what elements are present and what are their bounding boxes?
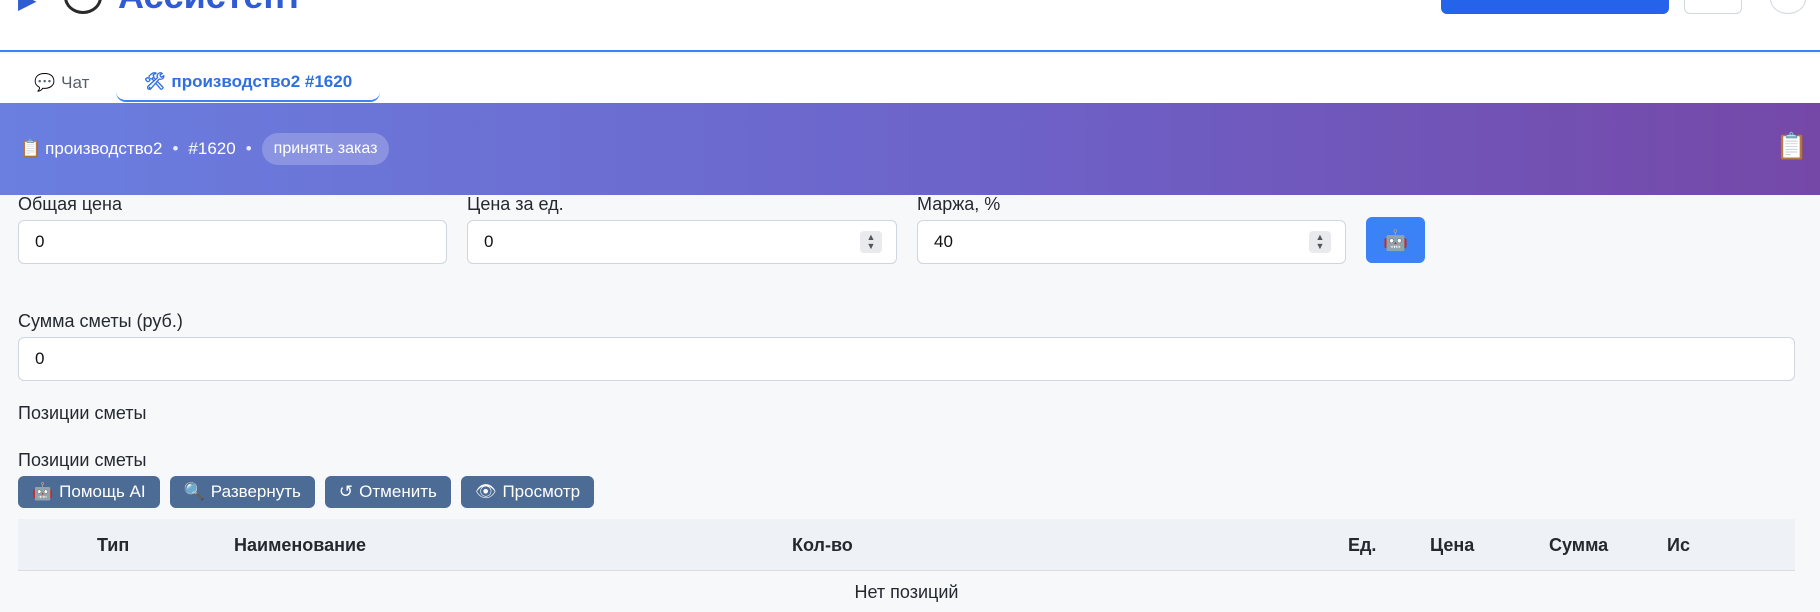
positions-toolbar: 🤖 Помощь AI 🔍 Развернуть ↺ Отменить 👁 Пр… [18, 476, 595, 508]
column-header-unit[interactable]: Ед. [1348, 519, 1376, 571]
spinner-icon[interactable]: ▲ ▼ [1309, 231, 1331, 253]
expand-button[interactable]: 🔍 Развернуть [169, 476, 315, 508]
unit-price-value: 0 [484, 232, 494, 251]
collapse-arrow-icon[interactable]: ▶ [18, 0, 36, 15]
margin-value: 40 [934, 232, 953, 251]
estimate-sum-field[interactable]: 0 [18, 337, 1795, 381]
column-header-price[interactable]: Цена [1430, 519, 1474, 571]
unit-price-field[interactable]: 0 ▲ ▼ [467, 220, 897, 264]
tab-label: Чат [61, 73, 90, 92]
order-id: #1620 [188, 139, 236, 158]
margin-label: Маржа, % [917, 194, 1001, 214]
button-label: Помощь AI [59, 482, 146, 501]
positions-table-header: Тип Наименование Кол-во Ед. Цена Сумма И… [18, 519, 1795, 571]
ai-calculate-button[interactable]: 🤖 [1366, 217, 1425, 263]
preview-button[interactable]: 👁 Просмотр [460, 476, 595, 508]
total-price-field[interactable]: 0 [18, 220, 447, 264]
app-title: Ассистент [118, 0, 303, 14]
column-header-sum[interactable]: Сумма [1549, 519, 1608, 571]
column-header-type[interactable]: Тип [97, 519, 129, 571]
column-header-source[interactable]: Ис [1667, 519, 1697, 571]
robot-icon: 🤖 [32, 482, 54, 501]
total-price-label: Общая цена [18, 194, 122, 214]
unit-price-label: Цена за ед. [467, 194, 564, 214]
tab-production-order[interactable]: 🛠 производство2 #1620 [116, 64, 380, 102]
button-label: Просмотр [502, 482, 581, 501]
undo-button[interactable]: ↺ Отменить [324, 476, 451, 508]
app-logo-icon [64, 0, 102, 14]
module-name: производство2 [45, 139, 163, 158]
tab-bar: 💬 Чат 🛠 производство2 #1620 [0, 54, 1820, 103]
user-avatar[interactable] [1770, 0, 1806, 14]
spinner-icon[interactable]: ▲ ▼ [860, 231, 882, 253]
column-header-name[interactable]: Наименование [234, 519, 366, 571]
button-label: Отменить [359, 482, 437, 501]
tab-chat[interactable]: 💬 Чат [34, 64, 89, 102]
tab-label: производство2 #1620 [171, 72, 353, 91]
ai-help-button[interactable]: 🤖 Помощь AI [18, 476, 160, 508]
clipboard-icon[interactable]: 📋 [1776, 131, 1808, 162]
estimate-sum-label: Сумма сметы (руб.) [18, 311, 183, 331]
eye-icon: 👁 [474, 482, 497, 501]
positions-heading: Позиции сметы [18, 403, 147, 423]
column-header-quantity[interactable]: Кол-во [792, 519, 853, 571]
breadcrumb: 📋 производство2 • #1620 • принять заказ [20, 103, 390, 195]
order-banner: 📋 производство2 • #1620 • принять заказ … [0, 103, 1820, 195]
margin-field[interactable]: 40 ▲ ▼ [917, 220, 1346, 264]
separator: • [172, 139, 179, 158]
undo-icon: ↺ [338, 482, 354, 501]
clipboard-icon: 📋 [20, 139, 42, 158]
tools-icon: 🛠 [143, 72, 166, 91]
robot-icon: 🤖 [1383, 229, 1408, 252]
status-badge[interactable]: принять заказ [261, 133, 390, 165]
empty-table-message: Нет позиций [854, 581, 959, 602]
hamburger-menu-icon[interactable] [1684, 0, 1742, 14]
total-price-value: 0 [35, 232, 45, 251]
header-primary-button[interactable] [1441, 0, 1669, 14]
app-header: ▶ Ассистент [0, 0, 1820, 52]
button-label: Развернуть [210, 482, 301, 501]
estimate-sum-value: 0 [35, 349, 45, 368]
chat-icon: 💬 [34, 73, 56, 92]
magnifier-icon: 🔍 [183, 482, 205, 501]
positions-subheading: Позиции сметы [18, 450, 147, 470]
separator: • [245, 139, 252, 158]
